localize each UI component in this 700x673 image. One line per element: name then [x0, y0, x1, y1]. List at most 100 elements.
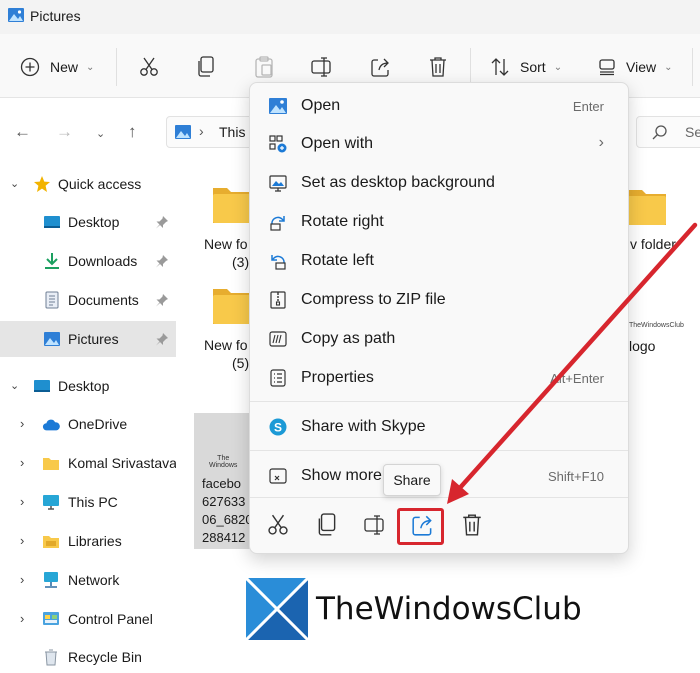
menu-item-compress-zip[interactable]: Compress to ZIP file — [254, 281, 624, 317]
trash-icon — [430, 57, 446, 77]
back-arrow-icon[interactable]: ← — [14, 122, 31, 142]
toolbar-divider — [692, 48, 693, 86]
windowsclub-logo-icon — [246, 578, 308, 640]
menu-item-label: Compress to ZIP file — [301, 291, 446, 308]
pictures-app-icon — [8, 8, 24, 22]
copy-icon[interactable] — [315, 513, 339, 537]
menu-item-label: Open with — [301, 135, 374, 152]
sort-icon — [491, 58, 509, 76]
menu-item-rotate-left[interactable]: Rotate left — [254, 242, 624, 278]
file-name[interactable]: 06_6820 — [202, 512, 253, 527]
folder-name[interactable]: New fo — [204, 337, 248, 353]
view-button[interactable]: View ⌄ — [598, 54, 672, 80]
cut-icon[interactable] — [266, 513, 290, 537]
menu-divider — [250, 450, 628, 451]
sidebar-item-desktop[interactable]: Desktop — [0, 204, 176, 240]
view-label: View — [626, 59, 657, 75]
chevron-right-icon[interactable]: › — [20, 494, 24, 509]
sidebar-item-onedrive[interactable]: › OneDrive — [0, 406, 176, 442]
sidebar-item-recycle-bin[interactable]: Recycle Bin — [0, 639, 176, 673]
menu-item-label: Rotate right — [301, 213, 384, 230]
pin-icon[interactable] — [155, 293, 169, 307]
sidebar-item-label: Recycle Bin — [68, 649, 142, 665]
sidebar-item-this-pc[interactable]: › This PC — [0, 484, 176, 520]
chevron-right-icon[interactable]: › — [20, 611, 24, 626]
recent-chevron-icon[interactable]: ⌄ — [96, 127, 105, 140]
sidebar-item-label: Pictures — [68, 331, 119, 347]
folder-name[interactable]: (3) — [232, 254, 249, 270]
trash-icon[interactable] — [460, 513, 484, 537]
sidebar-item-label: Downloads — [68, 253, 138, 269]
new-button[interactable]: New ⌄ — [20, 54, 94, 80]
file-name[interactable]: 627633 — [202, 494, 245, 509]
sidebar-item-network[interactable]: › Network — [0, 562, 176, 598]
wallpaper-icon — [269, 175, 287, 192]
up-arrow-icon[interactable]: ↑ — [128, 122, 137, 142]
sidebar-item-pictures[interactable]: Pictures — [0, 321, 176, 357]
rename-icon — [311, 57, 331, 77]
rename-button[interactable] — [310, 54, 334, 80]
logo-thumbnail[interactable]: TheWindowsClub — [629, 322, 684, 329]
sort-button[interactable]: Sort ⌄ — [490, 54, 562, 80]
forward-arrow-icon[interactable]: → — [56, 122, 73, 142]
menu-item-open[interactable]: Open Enter — [254, 87, 624, 123]
file-name[interactable]: facebo — [202, 476, 241, 491]
sidebar-item-quick-access[interactable]: ⌄ Quick access — [0, 166, 176, 202]
copy-icon — [198, 56, 214, 77]
sidebar-item-control-panel[interactable]: › Control Panel — [0, 601, 176, 637]
folder-icon[interactable] — [212, 182, 252, 224]
thumbnail-caption: The Windows — [209, 455, 238, 469]
chevron-right-icon[interactable]: › — [20, 533, 24, 548]
copy-button[interactable] — [196, 54, 216, 80]
cloud-icon — [42, 419, 60, 431]
sidebar-item-label: Documents — [68, 292, 139, 308]
folder-name[interactable]: New fo — [204, 236, 248, 252]
folder-icon[interactable] — [627, 184, 667, 226]
menu-item-properties[interactable]: Properties Alt+Enter — [254, 359, 624, 395]
file-name[interactable]: logo — [629, 338, 655, 354]
sidebar-item-downloads[interactable]: Downloads — [0, 243, 176, 279]
chevron-down-icon[interactable]: ⌄ — [10, 379, 19, 392]
menu-item-label: Copy as path — [301, 330, 396, 347]
search-input[interactable]: Se — [636, 116, 700, 148]
rotate-right-icon — [270, 216, 285, 231]
cut-button[interactable] — [138, 54, 160, 80]
pin-icon[interactable] — [155, 254, 169, 268]
rename-icon[interactable] — [363, 513, 387, 537]
paste-button[interactable] — [254, 54, 274, 80]
chevron-right-icon[interactable]: › — [20, 572, 24, 587]
search-placeholder: Se — [685, 124, 700, 140]
pictures-icon — [175, 125, 191, 139]
menu-item-set-desktop-background[interactable]: Set as desktop background — [254, 164, 624, 200]
sidebar-item-documents[interactable]: Documents — [0, 282, 176, 318]
chevron-right-icon[interactable]: › — [20, 416, 24, 431]
share-button[interactable] — [370, 54, 392, 80]
menu-item-label: Open — [301, 97, 341, 114]
menu-item-label: Set as desktop background — [301, 174, 495, 191]
file-name[interactable]: 288412 — [202, 530, 245, 545]
folder-icon — [43, 458, 59, 470]
folder-name[interactable]: (5) — [232, 355, 249, 371]
menu-item-open-with[interactable]: Open with › — [254, 125, 624, 161]
menu-item-rotate-right[interactable]: Rotate right — [254, 203, 624, 239]
toolbar-divider — [116, 48, 117, 86]
sidebar-item-desktop-root[interactable]: ⌄ Desktop — [0, 368, 176, 404]
folder-name[interactable]: v folder — [630, 236, 676, 252]
sidebar-item-user-folder[interactable]: › Komal Srivastava — [0, 445, 177, 481]
address-bar[interactable]: › This — [166, 116, 256, 148]
folder-icon[interactable] — [212, 283, 252, 325]
menu-item-share-with-skype[interactable]: S Share with Skype — [254, 408, 624, 444]
pin-icon[interactable] — [155, 332, 169, 346]
document-icon — [45, 291, 59, 309]
pictures-icon — [44, 332, 60, 346]
pin-icon[interactable] — [155, 215, 169, 229]
sidebar-item-libraries[interactable]: › Libraries — [0, 523, 176, 559]
zip-icon — [270, 291, 286, 309]
chevron-right-icon[interactable]: › — [20, 455, 24, 470]
menu-item-copy-as-path[interactable]: Copy as path — [254, 320, 624, 356]
delete-button[interactable] — [428, 54, 448, 80]
toolbar-divider — [470, 48, 471, 86]
chevron-down-icon[interactable]: ⌄ — [10, 177, 19, 190]
chevron-down-icon: ⌄ — [86, 61, 95, 73]
more-options-icon — [269, 468, 287, 484]
